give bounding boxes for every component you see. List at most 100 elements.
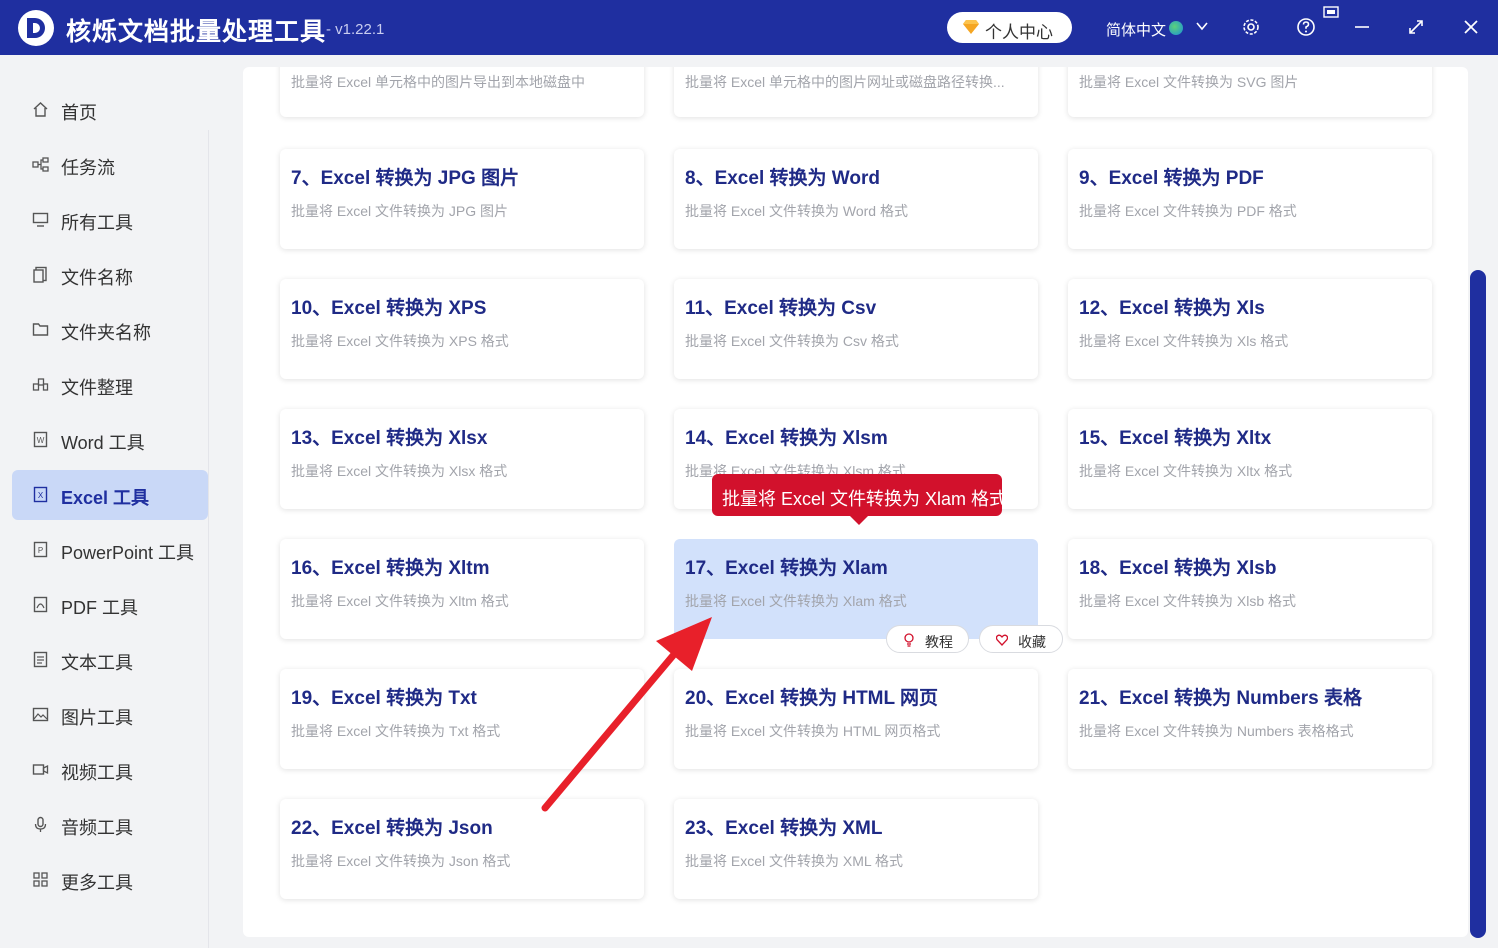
favorite-button[interactable]: 收藏 [979, 625, 1063, 653]
user-center-label: 个人中心 [985, 23, 1053, 42]
maximize-icon[interactable] [1405, 16, 1427, 38]
video-icon [32, 764, 49, 775]
tool-card-title: 17、Excel 转换为 Xlam [685, 558, 888, 579]
help-icon[interactable] [1295, 16, 1317, 38]
powerpoint-icon: P [33, 541, 48, 558]
tool-card-excel-to-jpg[interactable]: 7、Excel 转换为 JPG 图片 批量将 Excel 文件转换为 JPG 图… [280, 149, 644, 249]
user-center-button[interactable]: 个人中心 [947, 12, 1072, 43]
tool-card-title: 16、Excel 转换为 Xltm [291, 558, 490, 579]
sidebar-item-label: 文件夹名称 [61, 323, 151, 343]
tool-card-excel-to-svg[interactable]: 批量将 Excel 文件转换为 SVG 图片 [1068, 67, 1432, 117]
sidebar-item-file-name[interactable]: 文件名称 [12, 250, 208, 300]
image-icon [32, 707, 49, 722]
tool-card-title: 13、Excel 转换为 Xlsx [291, 428, 488, 449]
organize-icon [32, 378, 49, 391]
tool-card-excel-to-xml[interactable]: 23、Excel 转换为 XML 批量将 Excel 文件转换为 XML 格式 [674, 799, 1038, 899]
tool-card-excel-to-xlsx[interactable]: 13、Excel 转换为 Xlsx 批量将 Excel 文件转换为 Xlsx 格… [280, 409, 644, 509]
tool-card-title: 10、Excel 转换为 XPS [291, 298, 487, 319]
folder-icon [32, 323, 49, 336]
workflow-icon [32, 157, 49, 172]
app-version: - v1.22.1 [326, 21, 385, 38]
sidebar-item-label: PDF 工具 [61, 598, 139, 618]
tool-card-excel-to-html[interactable]: 20、Excel 转换为 HTML 网页 批量将 Excel 文件转换为 HTM… [674, 669, 1038, 769]
sidebar-item-word[interactable]: W Word 工具 [12, 415, 208, 465]
sidebar-item-label: 任务流 [61, 158, 115, 178]
tool-card-excel-to-xltm[interactable]: 16、Excel 转换为 Xltm 批量将 Excel 文件转换为 Xltm 格… [280, 539, 644, 639]
tool-card-desc: 批量将 Excel 单元格中的图片导出到本地磁盘中 [291, 74, 586, 90]
tool-card-desc: 批量将 Excel 文件转换为 Xlam 格式 [685, 593, 907, 609]
sidebar-item-text[interactable]: 文本工具 [12, 635, 208, 685]
tool-card-excel-export-images[interactable]: 批量将 Excel 单元格中的图片导出到本地磁盘中 [280, 67, 644, 117]
microphone-icon [34, 816, 47, 832]
tutorial-button[interactable]: 教程 [886, 625, 969, 653]
tool-card-title: 19、Excel 转换为 Txt [291, 688, 477, 709]
sidebar-item-all-tools[interactable]: 所有工具 [12, 195, 208, 245]
svg-text:W: W [37, 436, 45, 445]
settings-icon[interactable] [1240, 16, 1262, 38]
tool-card-excel-to-xls[interactable]: 12、Excel 转换为 Xls 批量将 Excel 文件转换为 Xls 格式 [1068, 279, 1432, 379]
sidebar-item-workflow[interactable]: 任务流 [12, 140, 208, 190]
tool-card-desc: 批量将 Excel 文件转换为 Xlsb 格式 [1079, 593, 1297, 609]
excel-icon: X [33, 486, 48, 503]
text-icon [33, 651, 48, 668]
tool-card-excel-to-word[interactable]: 8、Excel 转换为 Word 批量将 Excel 文件转换为 Word 格式 [674, 149, 1038, 249]
tool-card-title: 15、Excel 转换为 Xltx [1079, 428, 1272, 449]
language-selector[interactable]: 简体中文 [1106, 19, 1166, 40]
tool-card-excel-to-xltx[interactable]: 15、Excel 转换为 Xltx 批量将 Excel 文件转换为 Xltx 格… [1068, 409, 1432, 509]
title-bar: 核烁文档批量处理工具 - v1.22.1 个人中心 简体中文 [0, 0, 1498, 55]
sidebar-item-powerpoint[interactable]: P PowerPoint 工具 [12, 525, 208, 575]
tool-card-excel-to-csv[interactable]: 11、Excel 转换为 Csv 批量将 Excel 文件转换为 Csv 格式 [674, 279, 1038, 379]
tool-card-title: 9、Excel 转换为 PDF [1079, 168, 1264, 189]
svg-text:P: P [38, 546, 43, 555]
tool-card-title: 8、Excel 转换为 Word [685, 168, 880, 189]
tool-card-desc: 批量将 Excel 文件转换为 Xls 格式 [1079, 333, 1289, 349]
tool-card-title: 12、Excel 转换为 Xls [1079, 298, 1265, 319]
sidebar-item-pdf[interactable]: PDF 工具 [12, 580, 208, 630]
sidebar-item-label: PowerPoint 工具 [61, 543, 195, 563]
minimize-icon[interactable] [1351, 16, 1373, 38]
tool-card-title: 23、Excel 转换为 XML [685, 818, 883, 839]
tool-card-title: 22、Excel 转换为 Json [291, 818, 493, 839]
tool-card-desc: 批量将 Excel 文件转换为 Xlsx 格式 [291, 463, 508, 479]
tool-card-desc: 批量将 Excel 文件转换为 XML 格式 [685, 853, 904, 869]
sidebar-item-label: 所有工具 [61, 213, 133, 233]
chevron-down-icon[interactable] [1195, 19, 1209, 33]
sidebar-item-label: 音频工具 [61, 818, 133, 838]
heart-icon [996, 634, 1008, 646]
tool-card-excel-to-numbers[interactable]: 21、Excel 转换为 Numbers 表格 批量将 Excel 文件转换为 … [1068, 669, 1432, 769]
pdf-icon [33, 596, 48, 613]
close-icon[interactable] [1460, 16, 1482, 38]
tool-card-excel-to-json[interactable]: 22、Excel 转换为 Json 批量将 Excel 文件转换为 Json 格… [280, 799, 644, 899]
tool-card-desc: 批量将 Excel 文件转换为 JPG 图片 [291, 203, 509, 219]
tool-card-excel-to-xlsb[interactable]: 18、Excel 转换为 Xlsb 批量将 Excel 文件转换为 Xlsb 格… [1068, 539, 1432, 639]
sidebar-item-home[interactable]: 首页 [12, 85, 208, 135]
sidebar-item-video[interactable]: 视频工具 [12, 745, 208, 795]
tool-card-desc: 批量将 Excel 文件转换为 HTML 网页格式 [685, 723, 941, 739]
sidebar-item-excel[interactable]: X Excel 工具 [12, 470, 208, 520]
sidebar-item-file-organize[interactable]: 文件整理 [12, 360, 208, 410]
tool-card-excel-to-xps[interactable]: 10、Excel 转换为 XPS 批量将 Excel 文件转换为 XPS 格式 [280, 279, 644, 379]
sidebar-item-more[interactable]: 更多工具 [12, 855, 208, 905]
tool-card-desc: 批量将 Excel 文件转换为 SVG 图片 [1079, 74, 1299, 90]
tool-card-desc: 批量将 Excel 文件转换为 Xltm 格式 [291, 593, 509, 609]
sidebar-item-label: 图片工具 [61, 708, 133, 728]
feedback-icon[interactable] [1323, 6, 1339, 20]
sidebar-item-folder-name[interactable]: 文件夹名称 [12, 305, 208, 355]
sidebar-item-label: Word 工具 [61, 433, 145, 453]
tool-card-excel-image-urls[interactable]: 批量将 Excel 单元格中的图片网址或磁盘路径转换... [674, 67, 1038, 117]
home-icon [33, 102, 48, 117]
monitor-icon [32, 212, 49, 227]
tool-card-excel-to-xlam[interactable]: 17、Excel 转换为 Xlam 批量将 Excel 文件转换为 Xlam 格… [674, 539, 1038, 639]
diamond-icon [963, 20, 979, 34]
tutorial-label: 教程 [925, 634, 953, 650]
sidebar-item-label: 文本工具 [61, 653, 133, 673]
tool-card-excel-to-txt[interactable]: 19、Excel 转换为 Txt 批量将 Excel 文件转换为 Txt 格式 [280, 669, 644, 769]
tool-card-title: 14、Excel 转换为 Xlsm [685, 428, 888, 449]
sidebar-item-image[interactable]: 图片工具 [12, 690, 208, 740]
scrollbar-thumb[interactable] [1470, 270, 1486, 938]
sidebar-item-audio[interactable]: 音频工具 [12, 800, 208, 850]
tool-card-desc: 批量将 Excel 文件转换为 Txt 格式 [291, 723, 501, 739]
tool-card-desc: 批量将 Excel 文件转换为 Csv 格式 [685, 333, 899, 349]
file-name-icon [33, 266, 47, 283]
tool-card-excel-to-pdf[interactable]: 9、Excel 转换为 PDF 批量将 Excel 文件转换为 PDF 格式 [1068, 149, 1432, 249]
